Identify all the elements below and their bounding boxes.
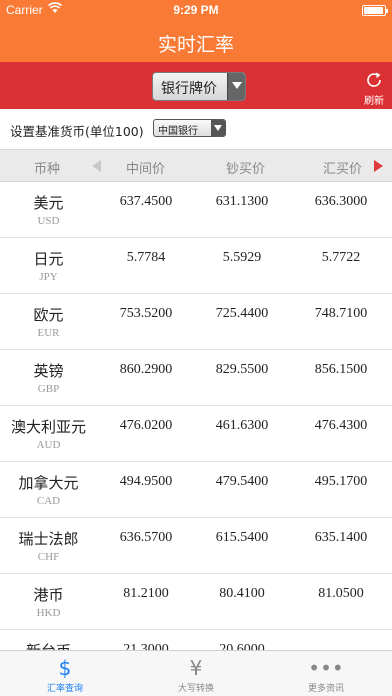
- table-row[interactable]: 欧元 EUR 753.5200 725.4400 748.7100: [0, 294, 392, 350]
- currency-name: 加拿大元: [18, 474, 79, 492]
- dropdown-arrow-icon: [227, 73, 245, 100]
- header-currency: 币种: [34, 162, 61, 177]
- currency-code: HKD: [36, 607, 61, 619]
- buy-price: 5.7722: [321, 250, 361, 265]
- tab-label: 大写转换: [177, 684, 214, 694]
- rate-table: 美元 USD 637.4500 631.1300 636.3000 日元 JPY…: [0, 182, 392, 650]
- cash-buy-price: 631.1300: [215, 194, 269, 209]
- tab-rate-query[interactable]: $ 汇率查询: [0, 651, 130, 696]
- currency-name: 新台币: [0, 640, 97, 650]
- status-time: 9:29 PM: [173, 3, 219, 17]
- mid-price: 637.4500: [119, 194, 173, 209]
- table-row[interactable]: 新台币 21.3000 20.6000: [0, 630, 392, 650]
- header-mid-price: 中间价: [126, 162, 166, 177]
- currency-name: 港币: [33, 586, 64, 604]
- cash-buy-price: 20.6000: [219, 642, 265, 650]
- currency-name: 美元: [33, 194, 64, 212]
- tab-bar: $ 汇率查询 ¥ 大写转换 ••• 更多资讯: [0, 650, 392, 696]
- mid-price: 636.5700: [119, 530, 173, 545]
- cash-buy-price: 80.4100: [219, 586, 265, 601]
- currency-code: USD: [37, 215, 60, 227]
- base-currency-row: 设置基准货币(单位100) 中国银行: [0, 109, 392, 149]
- refresh-label: 刷新: [364, 96, 384, 107]
- tab-more-news[interactable]: ••• 更多资讯: [261, 651, 391, 696]
- currency-code: CAD: [36, 495, 61, 507]
- header-cash-buy-price: 钞买价: [226, 162, 266, 177]
- buy-price: 748.7100: [314, 306, 368, 321]
- price-type-value: 银行牌价: [161, 81, 217, 97]
- currency-code: CHF: [37, 551, 60, 563]
- cash-buy-price: 829.5500: [215, 362, 269, 377]
- mid-price: 5.7784: [126, 250, 166, 265]
- header-buy-price: 汇买价: [323, 162, 363, 177]
- currency-name: 日元: [33, 250, 64, 268]
- table-header: 币种 中间价 钞买价 汇买价: [0, 149, 392, 182]
- table-row[interactable]: 日元 JPY 5.7784 5.5929 5.7722: [0, 238, 392, 294]
- buy-price: 856.1500: [314, 362, 368, 377]
- scroll-left-arrow-icon[interactable]: [92, 160, 101, 172]
- table-row[interactable]: 瑞士法郎 CHF 636.5700 615.5400 635.1400: [0, 518, 392, 574]
- table-row[interactable]: 港币 HKD 81.2100 80.4100 81.0500: [0, 574, 392, 630]
- buy-price: 476.4300: [314, 418, 368, 433]
- currency-name: 澳大利亚元: [10, 418, 86, 436]
- bank-select[interactable]: 中国银行: [153, 119, 226, 137]
- buy-price: 635.1400: [314, 530, 368, 545]
- currency-code: AUD: [36, 439, 61, 451]
- cash-buy-price: 5.5929: [222, 250, 262, 265]
- tab-label: 汇率查询: [46, 684, 83, 694]
- currency-name: 欧元: [33, 306, 64, 324]
- cash-buy-price: 461.6300: [215, 418, 269, 433]
- buy-price: 81.0500: [318, 586, 364, 601]
- buy-price: 636.3000: [314, 194, 368, 209]
- refresh-button[interactable]: 刷新: [362, 70, 386, 107]
- battery-icon: [362, 5, 388, 16]
- table-row[interactable]: 英镑 GBP 860.2900 829.5500 856.1500: [0, 350, 392, 406]
- currency-name: 英镑: [33, 362, 64, 380]
- cash-buy-price: 479.5400: [215, 474, 269, 489]
- scroll-right-arrow-icon[interactable]: [374, 160, 383, 172]
- mid-price: 860.2900: [119, 362, 173, 377]
- chevron-down-icon: [211, 120, 225, 136]
- cash-buy-price: 615.5400: [215, 530, 269, 545]
- currency-code: JPY: [39, 271, 58, 283]
- table-row[interactable]: 加拿大元 CAD 494.9500 479.5400 495.1700: [0, 462, 392, 518]
- refresh-icon: [367, 72, 381, 87]
- mid-price: 476.0200: [119, 418, 173, 433]
- more-icon: •••: [308, 656, 344, 680]
- currency-name: 瑞士法郎: [18, 530, 79, 548]
- base-currency-label: 设置基准货币(单位100): [10, 124, 144, 139]
- price-type-toolbar: 银行牌价 刷新: [0, 62, 392, 109]
- mid-price: 753.5200: [119, 306, 173, 321]
- mid-price: 494.9500: [119, 474, 173, 489]
- dollar-icon: $: [58, 656, 72, 680]
- currency-code: GBP: [37, 383, 60, 395]
- tab-uppercase-convert[interactable]: ¥ 大写转换: [131, 651, 261, 696]
- bank-select-value: 中国银行: [158, 126, 198, 137]
- cash-buy-price: 725.4400: [215, 306, 269, 321]
- buy-price: 495.1700: [314, 474, 368, 489]
- navigation-bar: 实时汇率: [0, 20, 392, 62]
- status-bar: Carrier 9:29 PM: [0, 0, 392, 20]
- price-type-dropdown[interactable]: 银行牌价: [152, 72, 246, 101]
- yen-icon: ¥: [189, 656, 203, 680]
- table-row[interactable]: 澳大利亚元 AUD 476.0200 461.6300 476.4300: [0, 406, 392, 462]
- tab-label: 更多资讯: [307, 684, 344, 694]
- mid-price: 21.3000: [123, 642, 169, 650]
- currency-code: EUR: [37, 327, 60, 339]
- page-title: 实时汇率: [157, 34, 234, 56]
- mid-price: 81.2100: [123, 586, 169, 601]
- table-row[interactable]: 美元 USD 637.4500 631.1300 636.3000: [0, 182, 392, 238]
